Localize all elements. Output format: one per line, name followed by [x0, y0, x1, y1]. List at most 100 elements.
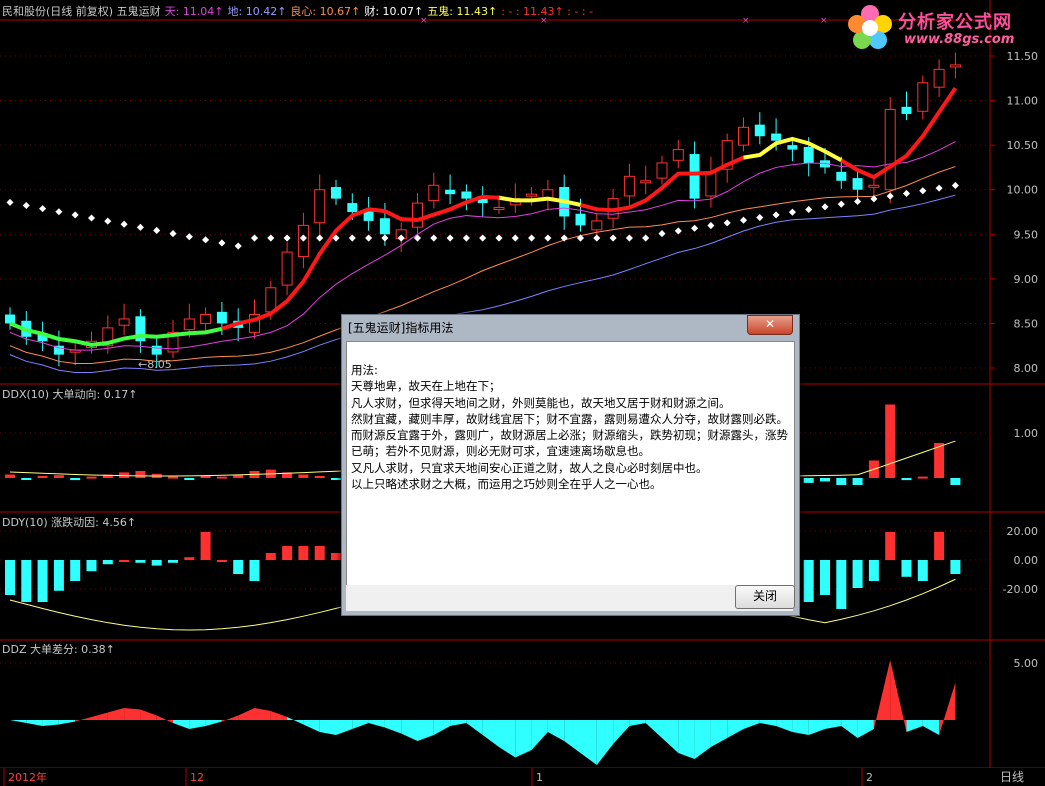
ddy-bar [5, 560, 15, 595]
price-tick-label: 10.50 [1007, 139, 1039, 152]
candle-body [379, 218, 390, 235]
ddz-area [124, 708, 141, 720]
ddy-bar [216, 560, 227, 562]
price-tick-label: 11.00 [1007, 95, 1039, 108]
date-label: 2012年 [8, 770, 47, 784]
candle-body [281, 251, 293, 286]
site-logo: 分析家公式网 www.88gs.com [844, 2, 1044, 54]
ddy-bar [265, 553, 276, 560]
main-header: 民和股份(日线 前复权) 五鬼运财 天: 11.04↑ 地: 10.42↑ 良心: 1… [2, 3, 597, 19]
candle-body [705, 171, 717, 197]
date-label: 1 [536, 771, 543, 784]
candle-body [151, 345, 162, 355]
ddy-bar [249, 560, 260, 581]
close-button[interactable]: 关闭 [735, 585, 795, 609]
candle-body [884, 108, 896, 191]
ddz-header: DDZ 大单差分: 0.38↑ [2, 641, 119, 657]
ddy-bar [331, 553, 341, 560]
ddx-bar [331, 478, 341, 480]
ddy-bar [901, 560, 912, 577]
ddy-bar [803, 560, 814, 602]
ddy-bar [21, 560, 32, 602]
ddx-bar [5, 474, 15, 478]
dialog-text: 用法: 天尊地卑，故天在上地在下； 凡人求财，但求得天地间之财，外则莫能也，故天地又… [347, 342, 794, 496]
logo-url: www.88gs.com [904, 32, 1015, 47]
candle-body [314, 189, 326, 224]
candle-body [265, 287, 277, 313]
ddy-bar [233, 560, 244, 574]
header-segment: : - : 11.43↑ : - : - [501, 5, 594, 18]
price-tick-label: 9.00 [1014, 273, 1039, 286]
period-label: 日线 [1000, 770, 1024, 784]
indicator-tick-label: 5.00 [1014, 657, 1039, 670]
dialog-line: 然财宜藏，藏则丰厚，故财线宜居下；财不宜露，露则易遭众人分夺，故财露则必跌。 [351, 411, 788, 426]
ddy-bar [868, 560, 879, 581]
header-segment: 地: 10.42↑ [227, 5, 287, 18]
flower-icon [848, 5, 892, 49]
marker-icon: × [820, 16, 828, 26]
candle-body [623, 175, 635, 197]
ddy-bar [70, 560, 81, 581]
ddy-bar [836, 560, 847, 609]
candle-body [347, 203, 358, 212]
header-segment: DDY(10) 涨跌动因: 4.56↑ [2, 516, 137, 529]
dialog-line: 天尊地卑，故天在上地在下； [351, 379, 501, 394]
candle-body [5, 314, 15, 324]
ddy-bar [885, 532, 896, 560]
ddy-bar [119, 560, 130, 562]
ddy-bar [314, 546, 325, 560]
candle-body [901, 106, 912, 114]
header-segment: DDX(10) 大单动向: 0.17↑ [2, 388, 138, 401]
logo-title: 分析家公式网 [898, 12, 1012, 33]
dialog-line: 以上只略述求财之大概，而运用之巧妙则全在乎人之一心也。 [351, 477, 662, 492]
candle-body [836, 171, 847, 181]
dialog-close-icon[interactable]: ✕ [747, 315, 793, 335]
candle-body [575, 213, 586, 226]
candle-body [933, 68, 945, 88]
indicator-tick-label: -20.00 [1003, 583, 1038, 596]
header-segment: DDZ 大单差分: 0.38↑ [2, 643, 115, 656]
ddy-bar [934, 532, 945, 560]
ddx-header: DDX(10) 大单动向: 0.17↑ [2, 386, 141, 402]
ddx-bar [820, 478, 830, 482]
ddy-header: DDY(10) 涨跌动因: 4.56↑ [2, 514, 140, 530]
ddx-bar [216, 476, 227, 479]
header-segment: 民和股份(日线 前复权) 五鬼运财 [2, 5, 161, 18]
header-segment: 良心: 10.67↑ [290, 5, 361, 18]
dialog-line: 而财源反宜露于外，露则广，故财源居上必涨；财源缩头，跌势初现；财源露头，涨势已萌… [351, 428, 788, 459]
dialog-content: 用法: 天尊地卑，故天在上地在下； 凡人求财，但求得天地间之财，外则莫能也，故天地又… [346, 341, 795, 587]
ddy-bar [168, 560, 178, 563]
dialog-title: [五鬼运财]指标用法 [348, 321, 454, 335]
ddx-bar [901, 478, 912, 481]
ddx-bar [168, 476, 178, 479]
indicator-tick-label: 20.00 [1007, 525, 1039, 538]
candle-body [445, 189, 456, 195]
dialog-line: 凡人求财，但求得天地间之财，外则莫能也，故天地又居于财和财源之间。 [351, 395, 731, 410]
ddx-bar [885, 404, 896, 478]
price-tick-label: 8.50 [1014, 317, 1039, 330]
candle-body [672, 149, 684, 161]
ddx-bar [200, 475, 211, 478]
ddy-bar [151, 560, 162, 566]
ddy-bar [820, 560, 830, 595]
dialog-line: 又凡人求财，只宜求天地间安心正道之财，故人之良心必时刻居中也。 [351, 460, 708, 475]
ddy-bar [950, 560, 961, 574]
ddx-bar [37, 475, 48, 478]
candle-body [526, 193, 538, 197]
ddx-bar [21, 478, 32, 480]
ddy-bar [135, 560, 146, 563]
candle-body [852, 178, 863, 190]
candle-body [689, 154, 700, 199]
candle-body [216, 311, 227, 324]
candle-body [771, 133, 782, 141]
candle-body [183, 318, 195, 331]
dialog-line: 用法: [351, 363, 378, 377]
ddx-bar [950, 478, 961, 485]
date-label: 2 [866, 771, 873, 784]
ddy-bar [917, 560, 928, 581]
indicator-usage-dialog[interactable]: [五鬼运财]指标用法 ✕ 用法: 天尊地卑，故天在上地在下； 凡人求财，但求得天地间… [341, 314, 800, 616]
ddy-bar [298, 546, 309, 560]
candle-body [803, 146, 814, 163]
ddx-bar [298, 474, 309, 478]
ddx-bar [917, 476, 928, 479]
